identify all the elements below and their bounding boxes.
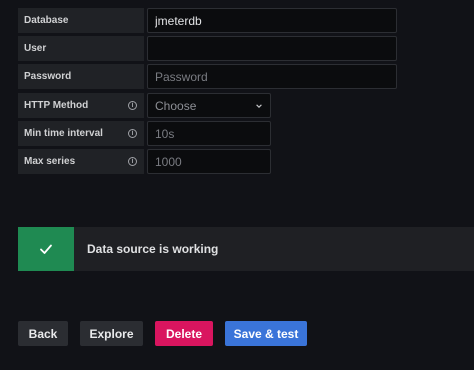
- http-method-label-text: HTTP Method: [24, 100, 89, 111]
- max-series-label-text: Max series: [24, 156, 76, 167]
- password-label-text: Password: [24, 71, 72, 82]
- database-label-text: Database: [24, 15, 69, 26]
- database-row: Database: [18, 8, 397, 33]
- check-icon: [40, 244, 52, 254]
- user-label-text: User: [24, 43, 47, 54]
- explore-button[interactable]: Explore: [80, 321, 143, 346]
- http-method-label: HTTP Method i: [18, 93, 144, 118]
- user-row: User: [18, 36, 397, 61]
- password-row: Password: [18, 64, 397, 89]
- database-label: Database: [18, 8, 144, 33]
- user-input[interactable]: [147, 36, 397, 61]
- min-time-interval-input[interactable]: [147, 121, 271, 146]
- user-label: User: [18, 36, 144, 61]
- max-series-input[interactable]: [147, 149, 271, 174]
- min-time-interval-row: Min time interval i: [18, 121, 271, 146]
- status-message: Data source is working: [87, 242, 219, 256]
- http-method-select[interactable]: Choose: [147, 93, 271, 118]
- chevron-down-icon: [256, 103, 262, 108]
- database-input[interactable]: [147, 8, 397, 33]
- datasource-settings-page: Database User Password HTTP Method i Cho…: [0, 0, 474, 370]
- info-icon[interactable]: i: [128, 129, 137, 138]
- password-input[interactable]: [147, 64, 397, 89]
- max-series-label: Max series i: [18, 149, 144, 174]
- status-alert: Data source is working: [18, 227, 474, 271]
- back-button[interactable]: Back: [18, 321, 68, 346]
- save-test-button[interactable]: Save & test: [225, 321, 307, 346]
- http-method-value: Choose: [155, 98, 197, 113]
- delete-button[interactable]: Delete: [155, 321, 213, 346]
- password-label: Password: [18, 64, 144, 89]
- max-series-row: Max series i: [18, 149, 271, 174]
- min-time-interval-label: Min time interval i: [18, 121, 144, 146]
- min-time-interval-label-text: Min time interval: [24, 128, 103, 139]
- info-icon[interactable]: i: [128, 157, 137, 166]
- info-icon[interactable]: i: [128, 101, 137, 110]
- http-method-row: HTTP Method i Choose: [18, 93, 271, 118]
- status-icon-box: [18, 227, 74, 271]
